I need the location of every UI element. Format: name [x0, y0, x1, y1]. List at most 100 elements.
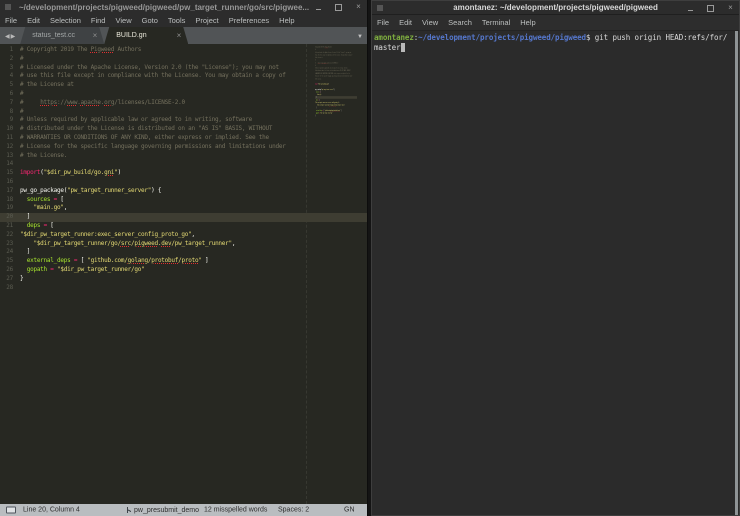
menu-item-edit[interactable]: Edit — [22, 16, 45, 25]
code-line[interactable]: 21 deps = [ — [0, 222, 367, 231]
code-line[interactable]: 1# Copyright 2019 The Pigweed Authors — [0, 46, 367, 55]
maximize-icon[interactable] — [706, 4, 715, 13]
statusbar-panel-icon[interactable] — [6, 507, 16, 514]
code-line[interactable]: 20 ] — [0, 213, 367, 222]
tab-scroll-arrows-icon[interactable]: ◀▶ — [0, 33, 20, 44]
code-line[interactable]: 24 ] — [0, 248, 367, 257]
terminal-menu-item-view[interactable]: View — [417, 18, 443, 27]
code-line[interactable]: 7# https://www.apache.org/licenses/LICEN… — [0, 99, 367, 108]
statusbar-git-branch[interactable]: pw_presubmit_demo — [126, 506, 199, 514]
code-line[interactable]: 2# — [0, 55, 367, 64]
line-number[interactable]: 4 — [0, 72, 20, 81]
line-number[interactable]: 14 — [0, 160, 20, 169]
close-icon[interactable]: × — [354, 3, 363, 12]
code-line[interactable]: 27} — [0, 275, 367, 284]
code-line[interactable]: 11# WARRANTIES OR CONDITIONS OF ANY KIND… — [0, 134, 367, 143]
line-number[interactable]: 7 — [0, 99, 20, 108]
menu-item-project[interactable]: Project — [190, 16, 223, 25]
terminal-scrollbar-thumb[interactable] — [735, 31, 738, 515]
line-number[interactable]: 11 — [0, 134, 20, 143]
menu-item-file[interactable]: File — [0, 16, 22, 25]
code-line[interactable]: 6# — [0, 90, 367, 99]
code-line[interactable]: 17pw_go_package("pw_target_runner_server… — [0, 187, 367, 196]
code-line[interactable]: 28 — [0, 284, 367, 293]
code-area[interactable]: 1# Copyright 2019 The Pigweed Authors2#3… — [0, 46, 367, 292]
line-number[interactable]: 20 — [0, 213, 20, 222]
statusbar-spellcheck[interactable]: 12 misspelled words — [204, 507, 267, 514]
code-line[interactable]: 13# the License. — [0, 152, 367, 161]
editor-pane[interactable]: 1# Copyright 2019 The Pigweed Authors2#3… — [0, 44, 367, 504]
terminal-titlebar[interactable]: amontanez: ~/development/projects/pigwee… — [372, 1, 739, 15]
code-line[interactable]: 3# Licensed under the Apache License, Ve… — [0, 64, 367, 73]
code-line[interactable]: 14 — [0, 160, 367, 169]
line-number[interactable]: 28 — [0, 284, 20, 293]
terminal-menu-item-terminal[interactable]: Terminal — [477, 18, 515, 27]
terminal-menu-item-search[interactable]: Search — [443, 18, 477, 27]
tab-overflow-icon[interactable]: ▼ — [357, 34, 363, 40]
menu-item-preferences[interactable]: Preferences — [224, 16, 274, 25]
terminal-body[interactable]: amontanez:~/development/projects/pigweed… — [372, 31, 739, 515]
line-number[interactable]: 10 — [0, 125, 20, 134]
code-line[interactable]: 15import("$dir_pw_build/go.gni") — [0, 169, 367, 178]
line-number[interactable]: 3 — [0, 64, 20, 73]
line-number[interactable]: 19 — [0, 204, 20, 213]
terminal-scrollbar[interactable] — [735, 31, 738, 515]
statusbar-syntax[interactable]: GN — [344, 507, 355, 514]
line-number[interactable]: 21 — [0, 222, 20, 231]
statusbar-caret-position[interactable]: Line 20, Column 4 — [23, 507, 80, 514]
code-line[interactable]: 9# Unless required by applicable law or … — [0, 116, 367, 125]
line-number[interactable]: 18 — [0, 196, 20, 205]
menu-item-help[interactable]: Help — [274, 16, 299, 25]
line-number[interactable]: 9 — [0, 116, 20, 125]
code-line[interactable]: 25 external_deps = [ "github.com/golang/… — [0, 257, 367, 266]
line-number[interactable]: 13 — [0, 152, 20, 161]
line-number[interactable]: 22 — [0, 231, 20, 240]
tab-status_test.cc[interactable]: status_test.cc× — [20, 27, 104, 44]
code-line[interactable]: 5# the License at — [0, 81, 367, 90]
menu-item-view[interactable]: View — [110, 16, 136, 25]
code-line[interactable]: 26 gopath = "$dir_pw_target_runner/go" — [0, 266, 367, 275]
line-number[interactable]: 5 — [0, 81, 20, 90]
tab-close-icon[interactable]: × — [177, 32, 182, 40]
code-line[interactable]: 10# distributed under the License is dis… — [0, 125, 367, 134]
menu-item-find[interactable]: Find — [86, 16, 111, 25]
line-number[interactable]: 26 — [0, 266, 20, 275]
menu-item-tools[interactable]: Tools — [163, 16, 191, 25]
code-line[interactable]: 19 "main.go", — [0, 204, 367, 213]
menu-item-selection[interactable]: Selection — [45, 16, 86, 25]
close-icon[interactable]: × — [726, 4, 735, 13]
minimap[interactable]: 1# Copyright 2019 The Pigweed Authors2#3… — [315, 46, 357, 136]
code-line[interactable]: 4# use this file except in compliance wi… — [0, 72, 367, 81]
code-line[interactable]: 23 "$dir_pw_target_runner/go/src/pigweed… — [0, 240, 367, 249]
maximize-icon[interactable] — [334, 3, 343, 12]
line-number[interactable]: 2 — [0, 55, 20, 64]
line-number[interactable]: 8 — [0, 108, 20, 117]
minimize-icon[interactable] — [686, 4, 695, 13]
line-number[interactable]: 15 — [0, 169, 20, 178]
line-number[interactable]: 25 — [0, 257, 20, 266]
line-number[interactable]: 12 — [0, 143, 20, 152]
line-content: ] — [20, 248, 367, 257]
line-number[interactable]: 27 — [0, 275, 20, 284]
tab-build.gn[interactable]: BUILD.gn× — [104, 27, 188, 44]
line-number[interactable]: 16 — [0, 178, 20, 187]
code-line[interactable]: 22"$dir_pw_target_runner:exec_server_con… — [0, 231, 367, 240]
code-line[interactable]: 12# License for the specific language go… — [0, 143, 367, 152]
code-line[interactable]: 18 sources = [ — [0, 196, 367, 205]
line-number[interactable]: 23 — [0, 240, 20, 249]
line-number[interactable]: 17 — [0, 187, 20, 196]
terminal-menu-item-edit[interactable]: Edit — [394, 18, 417, 27]
sublime-titlebar[interactable]: ~/development/projects/pigweed/pigweed/p… — [0, 0, 367, 14]
code-line[interactable]: 16 — [0, 178, 367, 187]
minimize-icon[interactable] — [314, 3, 323, 12]
terminal-menu-item-help[interactable]: Help — [515, 18, 540, 27]
tab-close-icon[interactable]: × — [93, 32, 98, 40]
line-number[interactable]: 1 — [0, 46, 20, 55]
line-number[interactable]: 24 — [0, 248, 20, 257]
line-number[interactable]: 6 — [0, 90, 20, 99]
statusbar-indentation[interactable]: Spaces: 2 — [278, 507, 309, 514]
menu-item-goto[interactable]: Goto — [137, 16, 163, 25]
code-line[interactable]: 8# — [0, 108, 367, 117]
terminal-menu-item-file[interactable]: File — [372, 18, 394, 27]
code-area[interactable]: 1# Copyright 2019 The Pigweed Authors2#3… — [315, 46, 357, 120]
